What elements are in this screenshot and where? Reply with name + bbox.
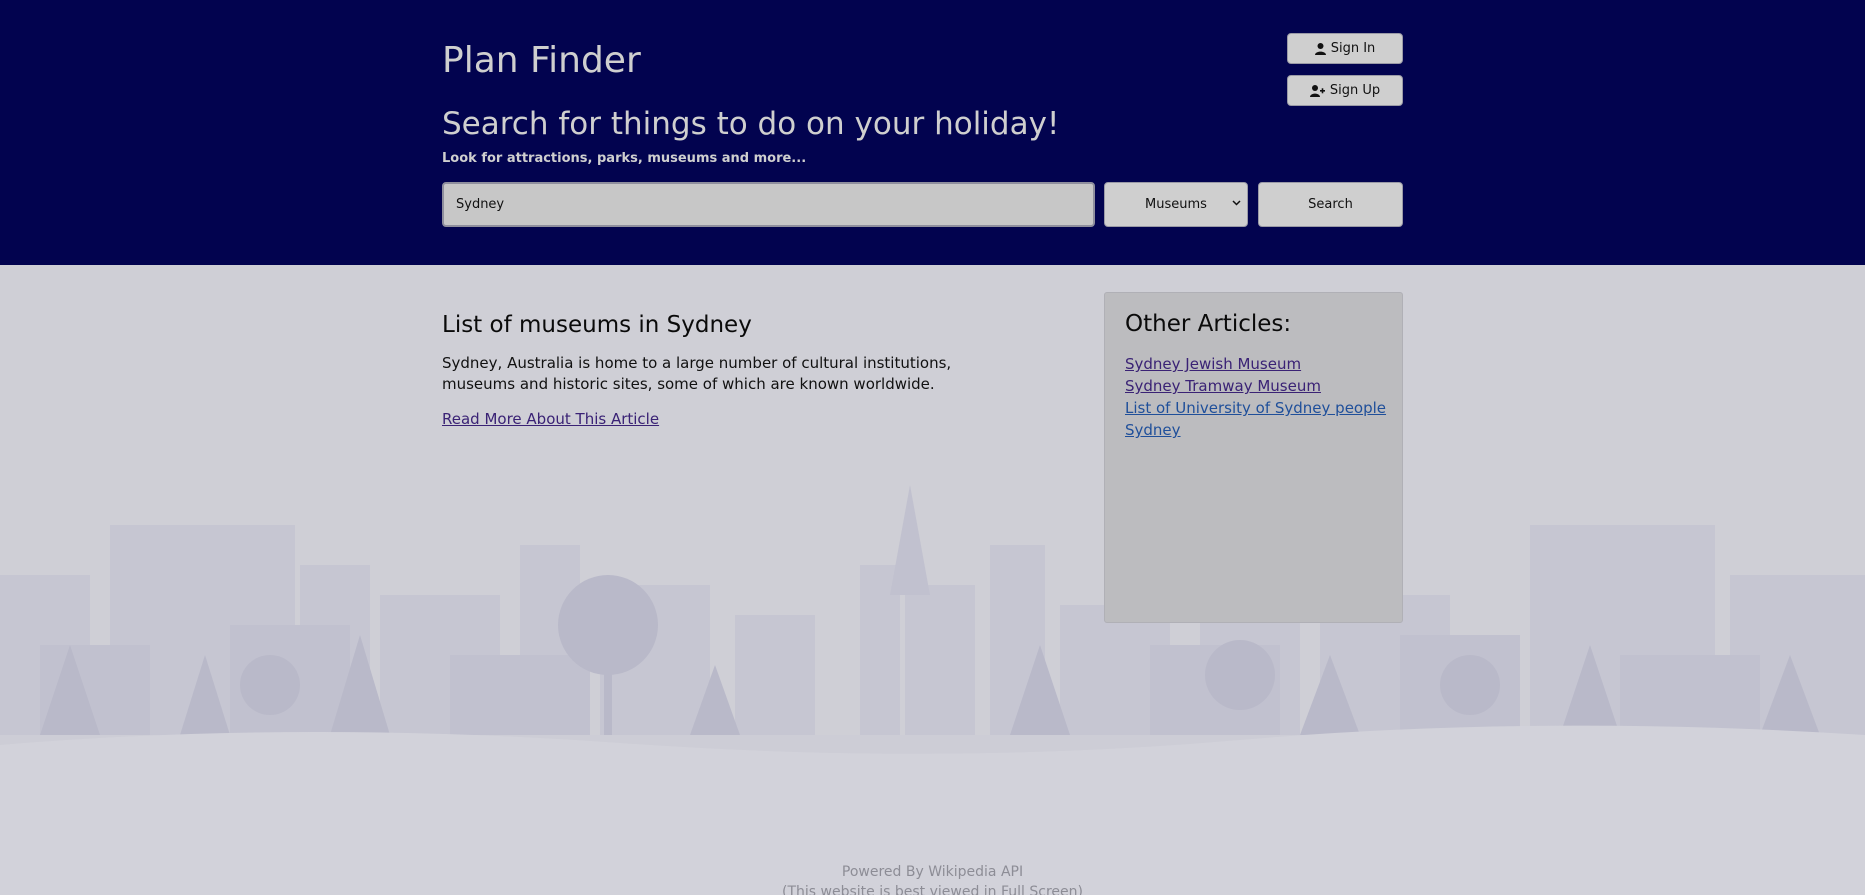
hero-heading: Search for things to do on your holiday!	[442, 106, 1060, 142]
footer: Powered By Wikipedia API (This website i…	[0, 862, 1865, 895]
article-title: List of museums in Sydney	[442, 312, 752, 338]
sign-up-button[interactable]: Sign Up	[1287, 75, 1403, 106]
category-select[interactable]: Museums	[1104, 182, 1248, 227]
footer-powered-by: Powered By Wikipedia API	[841, 864, 1024, 880]
article-section: List of museums in Sydney Sydney, Austra…	[442, 305, 1042, 429]
other-articles-panel: Other Articles: Sydney Jewish Museum Syd…	[1104, 292, 1403, 623]
search-button-label: Search	[1308, 197, 1353, 212]
other-articles-list: Sydney Jewish Museum Sydney Tramway Muse…	[1125, 353, 1386, 441]
user-plus-icon	[1309, 84, 1325, 97]
category-selected-value: Museums	[1145, 197, 1207, 212]
app-title: Plan Finder	[442, 40, 641, 81]
search-input[interactable]	[442, 182, 1095, 227]
hero-subheading: Look for attractions, parks, museums and…	[442, 151, 807, 166]
footer-fullscreen-note: (This website is best viewed in Full Scr…	[782, 884, 1083, 895]
article-link-sydney-tramway-museum[interactable]: Sydney Tramway Museum	[1125, 377, 1321, 395]
list-item: Sydney Tramway Museum	[1125, 375, 1382, 397]
read-more-link[interactable]: Read More About This Article	[442, 409, 659, 429]
list-item: Sydney Jewish Museum	[1125, 353, 1382, 375]
list-item: List of University of Sydney people	[1125, 397, 1386, 419]
list-item: Sydney	[1125, 419, 1382, 441]
chevron-down-icon	[1232, 200, 1241, 206]
article-link-sydney-jewish-museum[interactable]: Sydney Jewish Museum	[1125, 355, 1301, 373]
article-summary: Sydney, Australia is home to a large num…	[442, 354, 952, 393]
sign-in-button[interactable]: Sign In	[1287, 33, 1403, 64]
search-button[interactable]: Search	[1258, 182, 1403, 227]
header-banner: Plan Finder Search for things to do on y…	[0, 0, 1865, 265]
article-link-sydney[interactable]: Sydney	[1125, 421, 1181, 439]
header-content: Plan Finder Search for things to do on y…	[442, 0, 1403, 265]
article-link-university-of-sydney-people[interactable]: List of University of Sydney people	[1125, 399, 1386, 417]
other-articles-heading: Other Articles:	[1125, 311, 1292, 337]
sign-up-label: Sign Up	[1329, 83, 1381, 98]
sign-in-label: Sign In	[1330, 41, 1376, 56]
user-icon	[1314, 42, 1326, 55]
